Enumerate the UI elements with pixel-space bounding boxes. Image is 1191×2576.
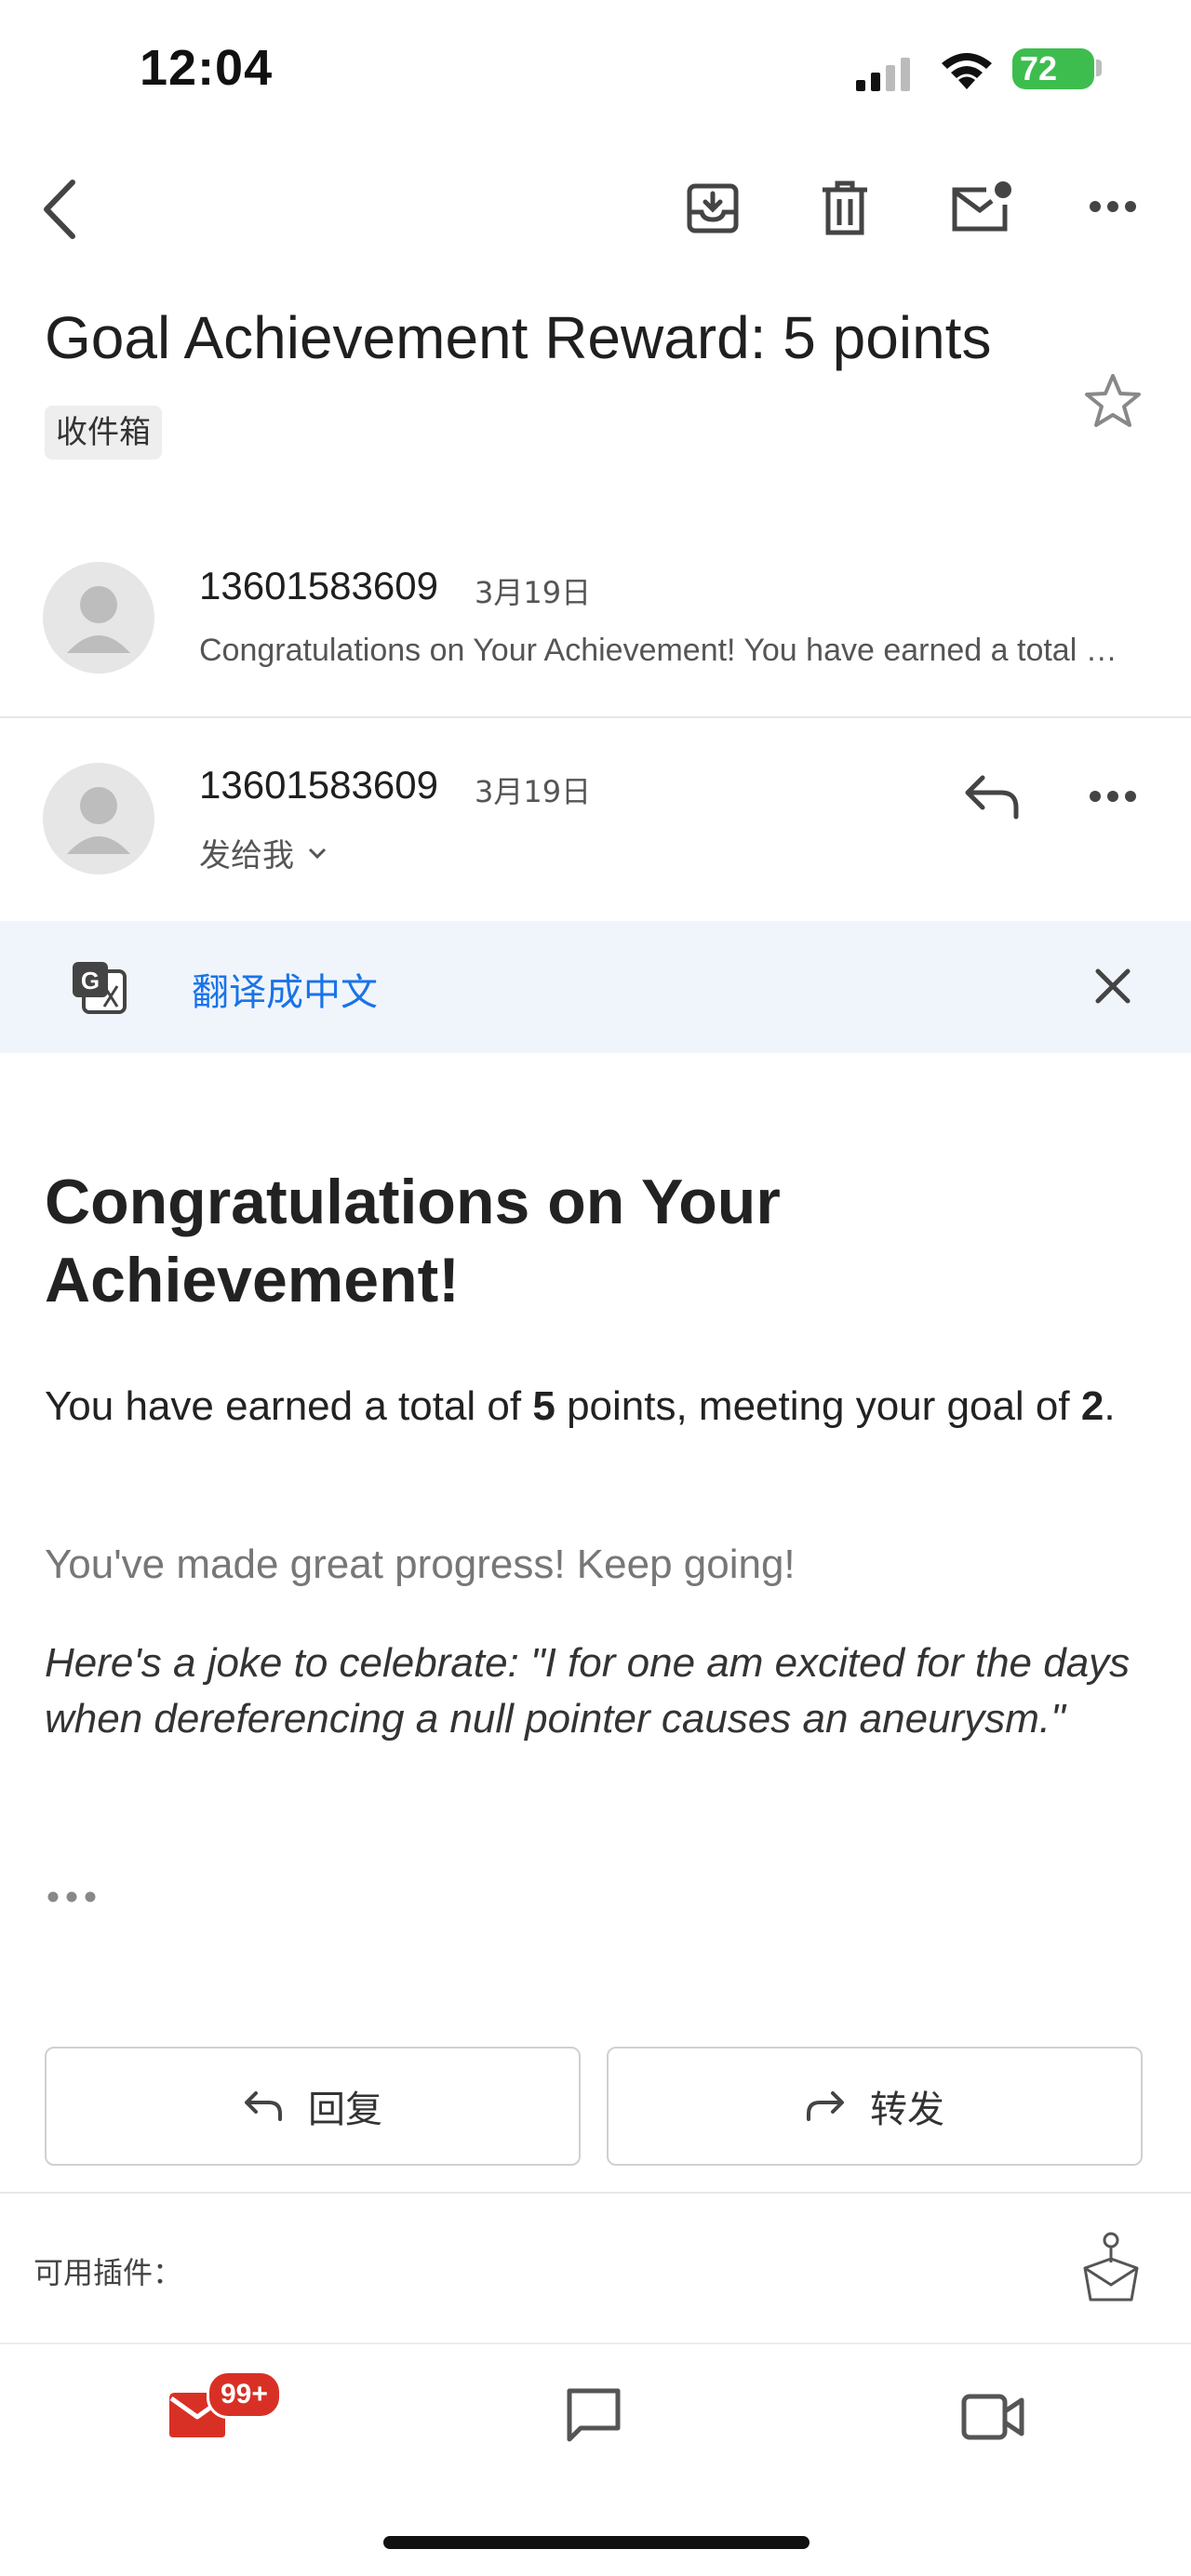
meet-tab-icon[interactable] [960,2391,1025,2443]
divider [0,2192,1191,2194]
back-arrow-icon[interactable] [37,177,82,242]
reply-button[interactable]: 回复 [45,2047,581,2166]
message-date: 3月19日 [475,575,592,610]
status-time: 12:04 [140,40,274,96]
reply-icon [243,2089,284,2123]
battery-indicator: 72 [1012,48,1094,89]
points-text-middle: points, meeting your goal of [555,1383,1081,1429]
reply-icon[interactable] [964,774,1022,821]
chevron-down-icon [307,847,328,860]
body-heading: Congratulations on Your Achievement! [45,1167,781,1315]
battery-cap [1096,60,1102,76]
body-joke-paragraph: Here's a joke to celebrate: "I for one a… [45,1640,1131,1742]
sender-avatar [43,562,154,674]
more-options-icon[interactable] [1089,199,1137,214]
points-text-before: You have earned a total of [45,1383,533,1429]
chat-tab-icon[interactable] [564,2385,623,2445]
recipient-toggle[interactable]: 发给我 [199,830,328,875]
inbox-label-chip[interactable]: 收件箱 [45,406,162,460]
add-on-icon[interactable] [1079,2231,1144,2305]
email-subject: Goal Achievement Reward: 5 points [45,304,992,371]
body-points-paragraph: You have earned a total of 5 points, mee… [45,1379,1143,1435]
points-text-end: . [1104,1383,1116,1429]
show-trimmed-content-icon[interactable] [47,1890,97,1903]
mark-unread-icon[interactable] [949,179,1014,234]
svg-text:G: G [81,967,100,994]
message-date: 3月19日 [475,774,592,809]
goal-value: 2 [1080,1383,1104,1429]
divider [0,716,1191,718]
wifi-icon [938,48,996,91]
body-progress-paragraph: You've made great progress! Keep going! [45,1542,796,1587]
sender-name: 13601583609 [199,564,438,607]
close-icon[interactable] [1094,968,1131,1005]
cellular-signal-icon [854,54,919,95]
unread-count-badge: 99+ [207,2370,282,2419]
message-snippet[interactable]: Congratulations on Your Achievement! You… [199,633,1130,669]
forward-button[interactable]: 转发 [607,2047,1143,2166]
trash-icon[interactable] [819,179,871,238]
forward-label: 转发 [870,2089,944,2131]
sender-name: 13601583609 [199,763,438,807]
sender-avatar [43,763,154,874]
home-indicator [383,2536,810,2549]
translate-link[interactable]: 翻译成中文 [192,962,378,1016]
forward-icon [805,2089,846,2123]
message-more-icon[interactable] [1089,789,1137,804]
recipient-label: 发给我 [199,837,294,874]
reply-label: 回复 [308,2089,382,2131]
translate-bar [0,921,1191,1053]
star-icon[interactable] [1083,372,1143,430]
archive-icon[interactable] [685,180,741,236]
google-translate-icon: G [69,958,128,1018]
plugins-label: 可用插件： [33,2255,183,2290]
points-value: 5 [532,1383,555,1429]
